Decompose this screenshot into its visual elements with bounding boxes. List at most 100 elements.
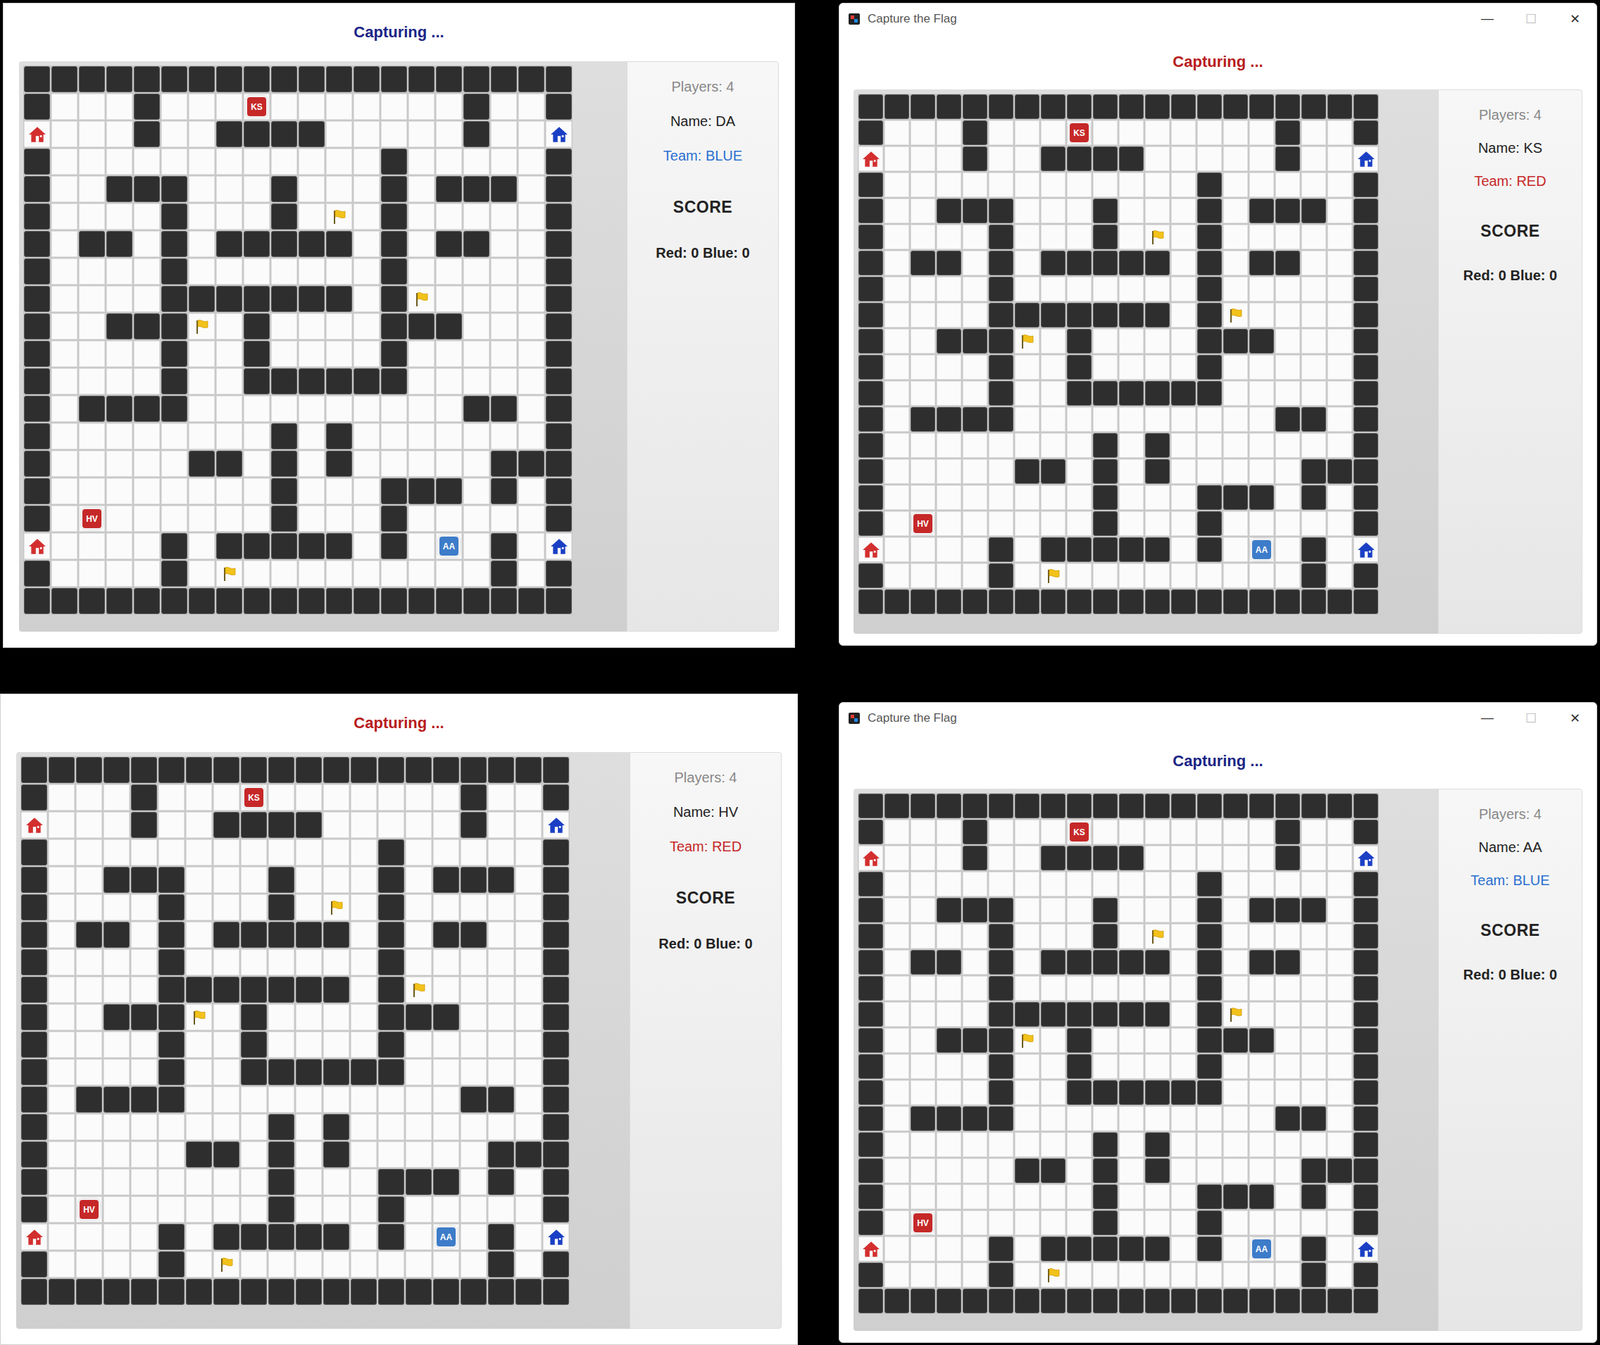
floor-cell[interactable] xyxy=(1145,563,1170,589)
floor-cell[interactable] xyxy=(243,258,270,285)
floor-cell[interactable] xyxy=(185,1196,212,1223)
floor-cell[interactable] xyxy=(1249,459,1274,484)
floor-cell[interactable] xyxy=(405,976,432,1003)
floor-cell[interactable] xyxy=(1327,897,1353,923)
floor-cell[interactable] xyxy=(408,285,435,312)
floor-cell[interactable] xyxy=(884,976,910,1001)
floor-cell[interactable] xyxy=(350,949,377,976)
floor-cell[interactable] xyxy=(1171,976,1196,1001)
floor-cell[interactable] xyxy=(298,478,325,505)
floor-cell[interactable] xyxy=(1092,172,1118,198)
floor-cell[interactable] xyxy=(188,560,215,587)
floor-cell[interactable] xyxy=(408,395,435,422)
floor-cell[interactable] xyxy=(133,560,160,587)
floor-cell[interactable] xyxy=(1040,976,1066,1001)
floor-cell[interactable] xyxy=(51,560,78,587)
floor-cell[interactable] xyxy=(51,450,78,477)
floor-cell[interactable] xyxy=(158,1169,185,1196)
floor-cell[interactable] xyxy=(936,537,962,562)
floor-cell[interactable] xyxy=(103,784,130,811)
floor-cell[interactable] xyxy=(1040,923,1066,949)
floor-cell[interactable] xyxy=(1119,563,1144,589)
floor-cell[interactable] xyxy=(1092,1028,1118,1053)
floor-cell[interactable] xyxy=(433,839,460,866)
floor-cell[interactable] xyxy=(240,866,267,893)
floor-cell[interactable] xyxy=(1327,250,1353,276)
floor-cell[interactable] xyxy=(518,258,545,285)
floor-cell[interactable] xyxy=(1171,250,1196,276)
floor-cell[interactable] xyxy=(936,433,962,458)
floor-cell[interactable] xyxy=(323,894,350,921)
floor-cell[interactable] xyxy=(1171,485,1196,510)
floor-cell[interactable] xyxy=(240,1114,267,1141)
floor-cell[interactable] xyxy=(1249,976,1274,1001)
floor-cell[interactable] xyxy=(936,563,962,589)
floor-cell[interactable] xyxy=(884,511,910,536)
floor-cell[interactable] xyxy=(1014,976,1040,1001)
floor-cell[interactable] xyxy=(48,866,75,893)
floor-cell[interactable] xyxy=(378,1141,405,1168)
floor-cell[interactable] xyxy=(435,423,462,450)
floor-cell[interactable] xyxy=(1275,923,1300,949)
floor-cell[interactable] xyxy=(353,313,380,340)
floor-cell[interactable] xyxy=(161,478,188,505)
floor-cell[interactable] xyxy=(103,1141,130,1168)
floor-cell[interactable] xyxy=(78,176,105,203)
floor-cell[interactable] xyxy=(1014,819,1040,845)
floor-cell[interactable] xyxy=(936,276,962,302)
floor-cell[interactable] xyxy=(490,313,517,340)
floor-cell[interactable] xyxy=(460,1059,487,1086)
floor-cell[interactable] xyxy=(936,923,962,949)
floor-cell[interactable] xyxy=(433,949,460,976)
floor-cell[interactable] xyxy=(962,976,988,1001)
floor-cell[interactable] xyxy=(936,511,962,536)
floor-cell[interactable] xyxy=(936,1080,962,1105)
floor-cell[interactable] xyxy=(1040,224,1066,250)
floor-cell[interactable] xyxy=(1145,198,1170,224)
floor-cell[interactable] xyxy=(408,450,435,477)
floor-cell[interactable] xyxy=(1171,198,1196,224)
floor-cell[interactable] xyxy=(488,1114,515,1141)
floor-cell[interactable] xyxy=(1327,1028,1353,1053)
floor-cell[interactable] xyxy=(133,450,160,477)
floor-cell[interactable] xyxy=(1066,871,1092,897)
floor-cell[interactable] xyxy=(936,1158,962,1184)
floor-cell[interactable] xyxy=(268,1031,295,1058)
floor-cell[interactable] xyxy=(1171,845,1196,871)
floor-cell[interactable] xyxy=(1249,120,1274,146)
floor-cell[interactable] xyxy=(78,258,105,285)
floor-cell[interactable] xyxy=(405,1114,432,1141)
floor-cell[interactable] xyxy=(463,340,490,367)
floor-cell[interactable] xyxy=(326,121,353,148)
floor-cell[interactable] xyxy=(910,897,936,923)
floor-cell[interactable] xyxy=(161,423,188,450)
floor-cell[interactable] xyxy=(213,866,240,893)
floor-cell[interactable] xyxy=(103,894,130,921)
floor-cell[interactable] xyxy=(1327,433,1353,458)
floor-cell[interactable] xyxy=(1171,172,1196,198)
floor-cell[interactable] xyxy=(271,560,298,587)
floor-cell[interactable] xyxy=(1275,485,1300,510)
floor-cell[interactable] xyxy=(433,811,460,839)
floor-cell[interactable] xyxy=(988,1132,1014,1158)
floor-cell[interactable] xyxy=(1249,845,1274,871)
floor-cell[interactable] xyxy=(76,1004,103,1031)
floor-cell[interactable] xyxy=(962,250,988,276)
floor-cell[interactable] xyxy=(515,1031,542,1058)
floor-cell[interactable] xyxy=(188,258,215,285)
floor-cell[interactable] xyxy=(1066,563,1092,589)
floor-cell[interactable] xyxy=(1040,433,1066,458)
floor-cell[interactable] xyxy=(1301,224,1327,250)
floor-cell[interactable] xyxy=(433,784,460,811)
floor-cell[interactable] xyxy=(1301,276,1327,302)
floor-cell[interactable] xyxy=(435,285,462,312)
floor-cell[interactable] xyxy=(76,1031,103,1058)
floor-cell[interactable] xyxy=(518,93,545,120)
floor-cell[interactable] xyxy=(103,1059,130,1086)
floor-cell[interactable] xyxy=(433,1141,460,1168)
floor-cell[interactable] xyxy=(1145,976,1170,1001)
floor-cell[interactable] xyxy=(1249,276,1274,302)
floor-cell[interactable] xyxy=(78,148,105,175)
floor-cell[interactable] xyxy=(1171,1054,1196,1079)
floor-cell[interactable] xyxy=(1066,1184,1092,1210)
